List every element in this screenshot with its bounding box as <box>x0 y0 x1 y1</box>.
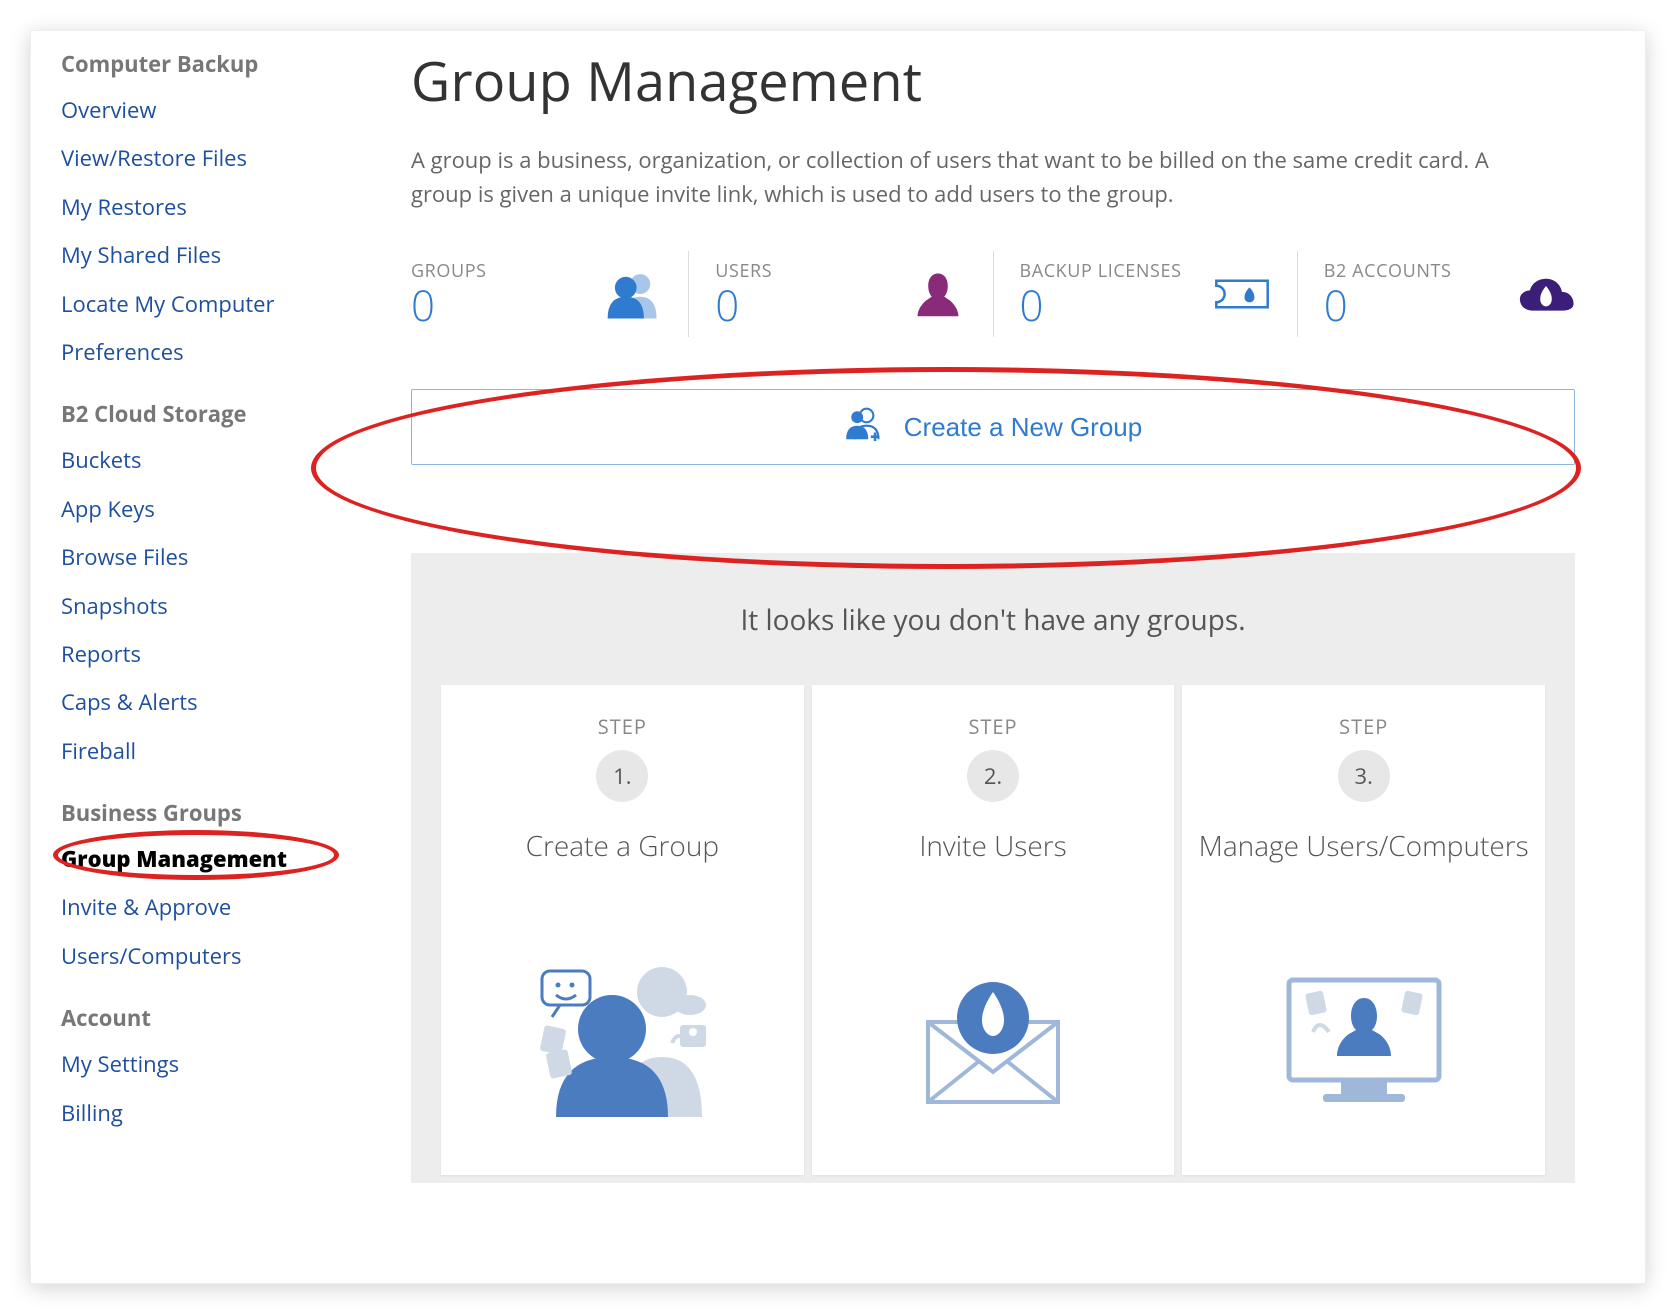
sidebar-item-overview[interactable]: Overview <box>61 97 331 123</box>
empty-state-message: It looks like you don't have any groups. <box>441 601 1545 639</box>
sidebar-section-account: Account My Settings Billing <box>61 1003 331 1126</box>
sidebar-item-reports[interactable]: Reports <box>61 641 331 667</box>
sidebar-item-group-management[interactable]: Group Management <box>61 846 331 872</box>
sidebar-item-my-restores[interactable]: My Restores <box>61 194 331 220</box>
step-number: 1. <box>596 750 648 802</box>
sidebar-section-b2-cloud-storage: B2 Cloud Storage Buckets App Keys Browse… <box>61 399 331 764</box>
sidebar-heading: B2 Cloud Storage <box>61 399 331 429</box>
sidebar-item-buckets[interactable]: Buckets <box>61 447 331 473</box>
sidebar-item-browse-files[interactable]: Browse Files <box>61 544 331 570</box>
stat-value: 0 <box>411 283 487 329</box>
stat-users: USERS 0 <box>689 251 993 337</box>
steps-row: STEP 1. Create a Group <box>441 685 1545 1175</box>
sidebar-item-caps-alerts[interactable]: Caps & Alerts <box>61 689 331 715</box>
stat-value: 0 <box>1324 283 1452 329</box>
sidebar-heading: Account <box>61 1003 331 1033</box>
sidebar-section-business-groups: Business Groups Group Management Invite … <box>61 798 331 969</box>
sidebar-section-computer-backup: Computer Backup Overview View/Restore Fi… <box>61 49 331 365</box>
step-card-3: STEP 3. Manage Users/Computers <box>1182 685 1545 1175</box>
stat-groups: GROUPS 0 <box>411 251 689 337</box>
stat-value: 0 <box>715 283 772 329</box>
stat-b2-accounts: B2 ACCOUNTS 0 <box>1298 251 1575 337</box>
empty-state-panel: It looks like you don't have any groups.… <box>411 553 1575 1183</box>
step-title: Invite Users <box>919 828 1066 904</box>
sidebar-item-my-shared-files[interactable]: My Shared Files <box>61 242 331 268</box>
sidebar-item-users-computers[interactable]: Users/Computers <box>61 943 331 969</box>
step-card-2: STEP 2. Invite Users <box>812 685 1175 1175</box>
stat-backup-licenses: BACKUP LICENSES 0 <box>994 251 1298 337</box>
stats-row: GROUPS 0 USERS 0 <box>411 251 1575 337</box>
sidebar-item-preferences[interactable]: Preferences <box>61 339 331 365</box>
create-group-illustration-icon <box>512 922 732 1151</box>
cloud-icon <box>1517 267 1575 321</box>
sidebar-item-fireball[interactable]: Fireball <box>61 738 331 764</box>
main-content: Group Management A group is a business, … <box>361 31 1645 1283</box>
license-icon <box>1213 267 1271 321</box>
sidebar-item-my-settings[interactable]: My Settings <box>61 1051 331 1077</box>
groups-icon <box>604 267 662 321</box>
step-pre-label: STEP <box>968 713 1017 740</box>
sidebar: Computer Backup Overview View/Restore Fi… <box>31 31 361 1283</box>
app-frame: Computer Backup Overview View/Restore Fi… <box>30 30 1646 1284</box>
step-number: 3. <box>1338 750 1390 802</box>
page-description: A group is a business, organization, or … <box>411 143 1491 211</box>
step-title: Manage Users/Computers <box>1199 828 1529 904</box>
sidebar-item-app-keys[interactable]: App Keys <box>61 496 331 522</box>
add-group-icon <box>844 407 884 448</box>
page-title: Group Management <box>411 43 1575 117</box>
step-title: Create a Group <box>526 828 719 904</box>
step-pre-label: STEP <box>1339 713 1388 740</box>
step-card-1: STEP 1. Create a Group <box>441 685 804 1175</box>
sidebar-item-locate-my-computer[interactable]: Locate My Computer <box>61 291 331 317</box>
manage-users-illustration-icon <box>1269 922 1459 1151</box>
step-pre-label: STEP <box>598 713 647 740</box>
create-new-group-button-label: Create a New Group <box>904 412 1142 443</box>
sidebar-item-view-restore-files[interactable]: View/Restore Files <box>61 145 331 171</box>
sidebar-heading: Computer Backup <box>61 49 331 79</box>
step-number: 2. <box>967 750 1019 802</box>
create-new-group-button[interactable]: Create a New Group <box>411 389 1575 465</box>
sidebar-item-billing[interactable]: Billing <box>61 1100 331 1126</box>
invite-users-illustration-icon <box>908 922 1078 1151</box>
sidebar-item-snapshots[interactable]: Snapshots <box>61 593 331 619</box>
user-icon <box>909 267 967 321</box>
sidebar-item-invite-approve[interactable]: Invite & Approve <box>61 894 331 920</box>
sidebar-heading: Business Groups <box>61 798 331 828</box>
stat-value: 0 <box>1020 283 1182 329</box>
stat-label: BACKUP LICENSES <box>1020 259 1182 283</box>
